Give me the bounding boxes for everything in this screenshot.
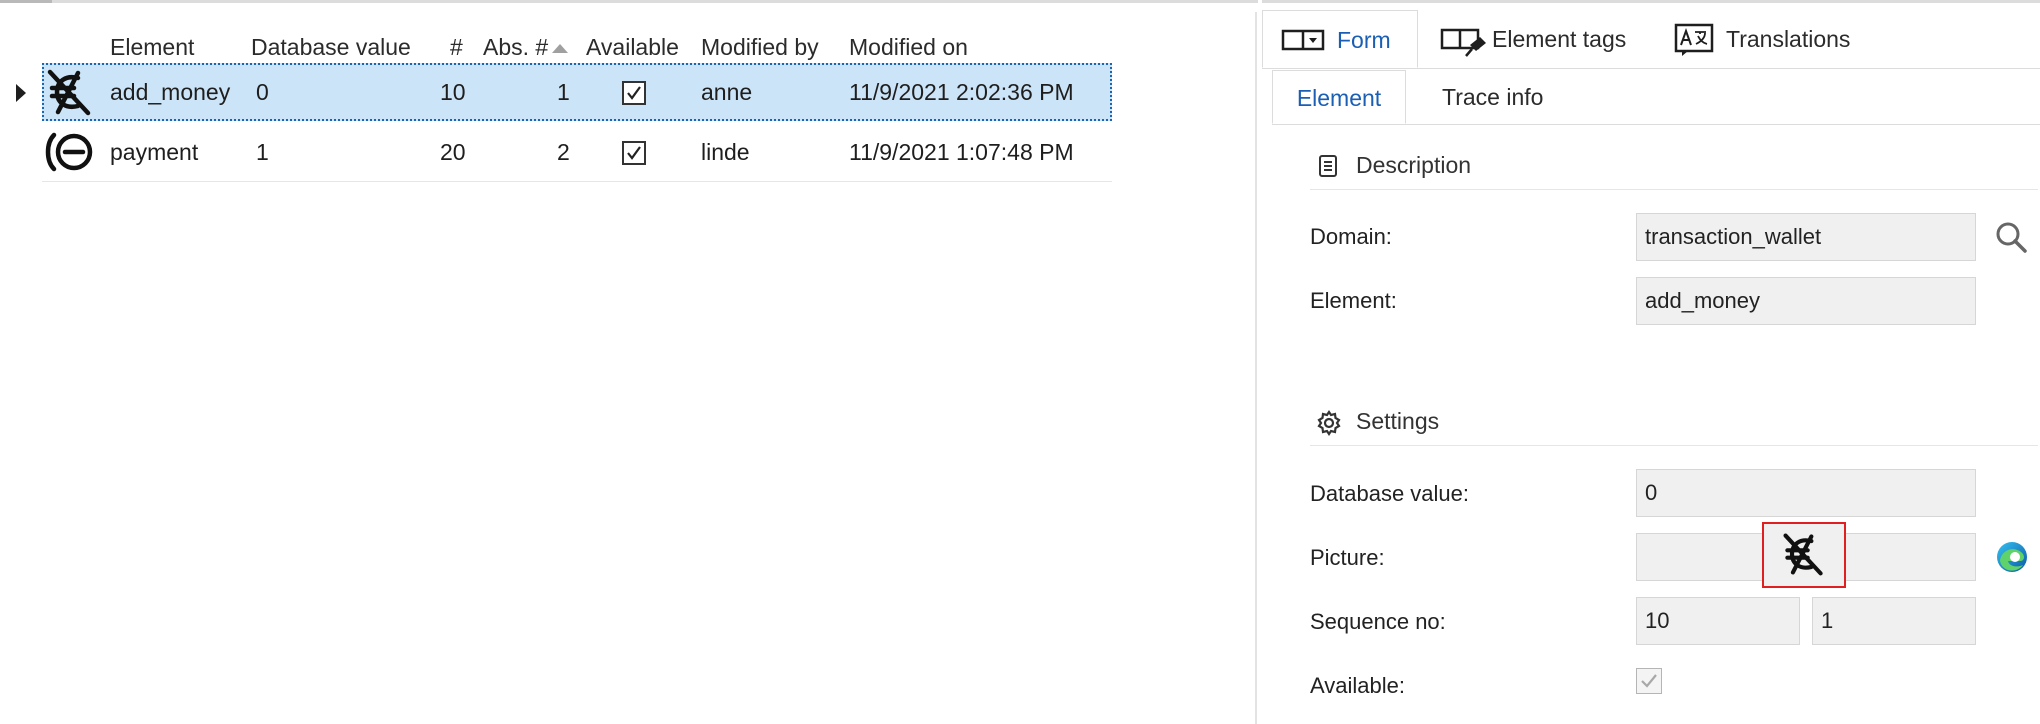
col-header-available[interactable]: Available	[586, 34, 679, 62]
element-field[interactable]: add_money	[1636, 277, 1976, 325]
subtab-element[interactable]: Element	[1272, 70, 1406, 124]
cell-database-value: 1	[256, 139, 269, 165]
current-row-indicator-icon	[16, 84, 26, 102]
cell-element: payment	[110, 139, 199, 165]
main-tabbar: Form Element tags Translations	[1262, 10, 2040, 69]
cell-number: 20	[440, 139, 466, 165]
detail-panel: Form Element tags Translations Element T…	[1262, 0, 2040, 724]
sequence-no-label: Sequence no:	[1310, 609, 1446, 634]
element-label: Element:	[1310, 288, 1397, 313]
database-value-field[interactable]: 0	[1636, 469, 1976, 517]
tab-element-tags-label: Element tags	[1492, 26, 1627, 52]
cell-available-checkbox[interactable]	[622, 141, 646, 165]
sub-tabbar: Element Trace info	[1272, 70, 2040, 125]
available-checkbox[interactable]	[1636, 668, 1662, 694]
cell-modified-on: 11/9/2021 1:07:48 PM	[849, 139, 1074, 165]
tab-element-tags[interactable]: Element tags	[1430, 10, 1626, 68]
no-currency-icon	[47, 69, 91, 116]
sort-ascending-icon	[552, 44, 569, 54]
cell-modified-by: linde	[701, 139, 750, 165]
col-header-number[interactable]: #	[450, 34, 463, 62]
top-scroll-strip	[0, 0, 1258, 3]
search-icon[interactable]	[1994, 220, 2028, 254]
checkmark-icon	[627, 146, 641, 160]
table-row[interactable]: add_money 0 10 1 anne 11/9/2021 2:02:36 …	[42, 63, 1112, 121]
panel-splitter[interactable]	[1255, 12, 1257, 724]
description-icon	[1319, 155, 1337, 177]
cell-number: 10	[440, 79, 466, 105]
elements-grid: Element Database value # Abs. # Availabl…	[0, 10, 1130, 724]
cell-abs-number: 1	[557, 79, 570, 105]
database-value-label: Database value:	[1310, 481, 1469, 506]
section-title-settings: Settings	[1356, 408, 1440, 434]
picture-preview[interactable]	[1762, 522, 1846, 588]
cell-available-checkbox[interactable]	[622, 81, 646, 105]
cell-database-value: 0	[256, 79, 269, 105]
tab-translations-label: Translations	[1726, 26, 1851, 52]
edge-browser-icon[interactable]	[1995, 540, 2029, 574]
tab-form-label: Form	[1337, 27, 1391, 53]
available-label: Available:	[1310, 673, 1405, 698]
domain-field[interactable]: transaction_wallet	[1636, 213, 1976, 261]
section-divider	[1310, 189, 2038, 190]
col-header-modified-by[interactable]: Modified by	[701, 34, 819, 62]
sequence-no-field[interactable]: 10	[1636, 597, 1800, 645]
translate-icon	[1674, 23, 1714, 56]
section-divider	[1310, 445, 2038, 446]
col-header-element[interactable]: Element	[110, 34, 194, 62]
gear-icon	[1317, 410, 1341, 436]
table-row[interactable]: payment 1 20 2 linde 11/9/2021 1:07:48 P…	[42, 123, 1112, 182]
tab-form[interactable]: Form	[1262, 10, 1418, 68]
tab-translations[interactable]: Translations	[1670, 10, 1870, 68]
tag-pin-icon	[1440, 28, 1486, 57]
col-header-database-value[interactable]: Database value	[251, 34, 411, 62]
domain-label: Domain:	[1310, 224, 1392, 249]
subtab-trace-info[interactable]: Trace info	[1442, 70, 1543, 124]
no-currency-icon	[1783, 533, 1823, 576]
cell-modified-on: 11/9/2021 2:02:36 PM	[849, 79, 1074, 105]
checkmark-icon	[627, 86, 641, 100]
col-header-abs-number[interactable]: Abs. #	[483, 34, 569, 62]
picture-label: Picture:	[1310, 545, 1385, 570]
form-icon	[1281, 29, 1325, 51]
col-header-abs-number-label: Abs. #	[483, 34, 549, 60]
col-header-modified-on[interactable]: Modified on	[849, 34, 968, 62]
cell-modified-by: anne	[701, 79, 753, 105]
sequence-abs-field[interactable]: 1	[1812, 597, 1976, 645]
section-title-description: Description	[1356, 152, 1472, 178]
checkmark-icon	[1641, 674, 1657, 688]
cell-abs-number: 2	[557, 139, 570, 165]
payment-minus-icon	[45, 132, 93, 172]
cell-element: add_money	[110, 79, 231, 105]
